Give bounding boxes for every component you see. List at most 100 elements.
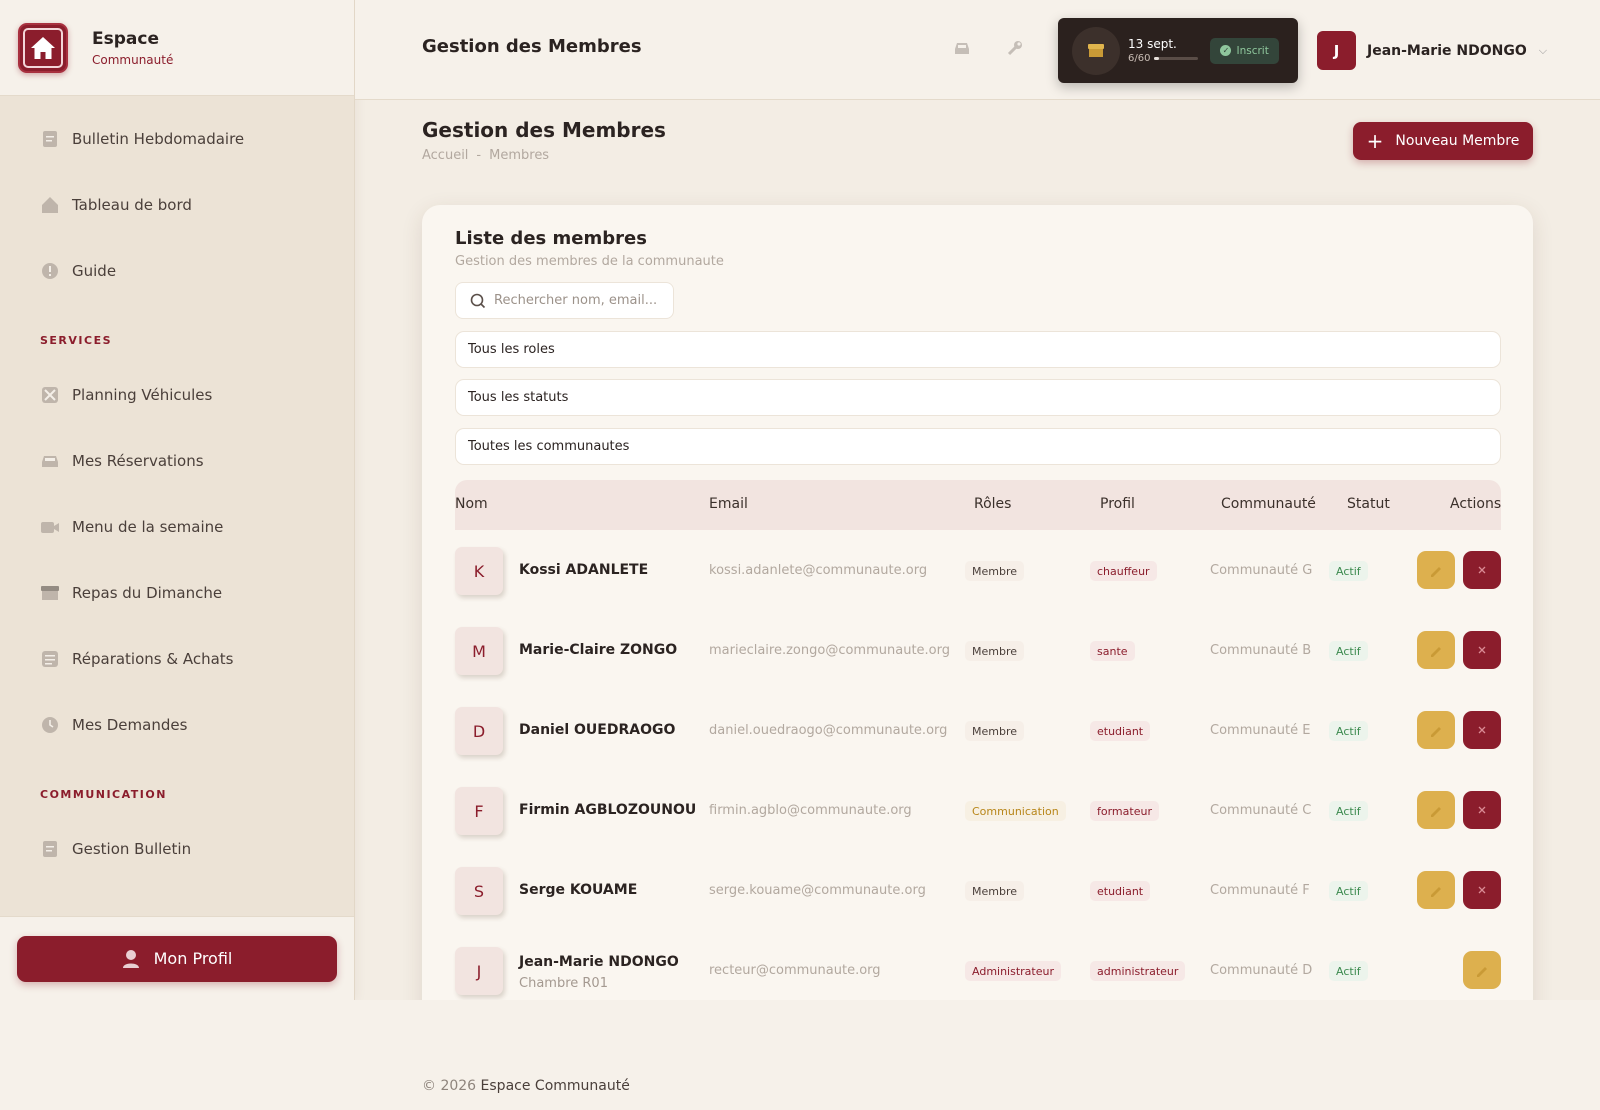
sidebar-item-menu[interactable]: Menu de la semaine [0, 494, 354, 560]
sidebar-item-repas[interactable]: Repas du Dimanche [0, 560, 354, 626]
status-badge: Actif [1329, 641, 1368, 661]
status-widget[interactable]: 13 sept. 6/60 ✓ Inscrit [1058, 18, 1298, 83]
edit-button[interactable] [1417, 711, 1455, 749]
brand-subtitle: Communauté [92, 52, 174, 67]
member-name: Marie-Claire ZONGO [519, 642, 678, 658]
footer: © 2026 Espace Communauté [0, 1000, 1600, 1110]
checklist-icon [40, 649, 60, 669]
role-badge: Membre [965, 641, 1025, 661]
delete-button[interactable] [1463, 791, 1501, 829]
pencil-icon [1431, 647, 1441, 657]
column-header-profil[interactable]: Profil [1100, 496, 1135, 512]
filter-roles[interactable]: Tous les roles [455, 331, 1501, 368]
user-menu[interactable]: J Jean-Marie NDONGO ⌵ [1317, 31, 1547, 70]
sidebar-item-label: Gestion Bulletin [72, 840, 192, 858]
wrench-icon[interactable] [1007, 40, 1023, 60]
edit-button[interactable] [1417, 631, 1455, 669]
car-icon[interactable] [953, 40, 971, 59]
delete-button[interactable] [1463, 711, 1501, 749]
brand-title: Espace [92, 28, 159, 49]
edit-button[interactable] [1417, 551, 1455, 589]
member-communaute: Communauté B [1210, 643, 1312, 658]
meal-box-icon [1072, 26, 1120, 75]
breadcrumb-current: Membres [489, 148, 550, 163]
status-badge: Actif [1329, 561, 1368, 581]
role-badge: Membre [965, 721, 1025, 741]
sidebar-item-bulletin[interactable]: Bulletin Hebdomadaire [0, 106, 354, 172]
page-title: Gestion des Membres [422, 118, 666, 142]
table-row[interactable]: F Firmin AGBLOZOUNOU firmin.agblo@commun… [455, 770, 1501, 850]
column-header-communaute[interactable]: Communauté [1221, 496, 1316, 512]
delete-button[interactable] [1463, 631, 1501, 669]
avatar: K [455, 547, 503, 595]
sidebar-item-gestion-bulletin[interactable]: Gestion Bulletin [0, 816, 354, 882]
filter-communautes[interactable]: Toutes les communautes [455, 428, 1501, 465]
sidebar-item-label: Mes Réservations [72, 452, 204, 470]
pencil-icon [1431, 807, 1441, 817]
role-badge: Communication [965, 801, 1066, 821]
profil-badge: chauffeur [1090, 561, 1157, 581]
status-badge: Actif [1329, 961, 1368, 981]
section-communication: COMMUNICATION [40, 787, 167, 801]
box-icon [40, 583, 60, 603]
edit-button[interactable] [1417, 791, 1455, 829]
search-box [455, 282, 674, 319]
column-header-statut[interactable]: Statut [1347, 496, 1390, 512]
sidebar-item-dashboard[interactable]: Tableau de bord [0, 172, 354, 238]
table-row[interactable]: J Jean-Marie NDONGO Chambre R01 recteur@… [455, 930, 1501, 1010]
footer-name: Espace Communauté [480, 1078, 630, 1094]
document-icon [40, 129, 60, 149]
profil-badge: administrateur [1090, 961, 1186, 981]
avatar: S [455, 867, 503, 915]
sidebar-item-planning[interactable]: Planning Véhicules [0, 362, 354, 428]
table-row[interactable]: D Daniel OUEDRAOGO daniel.ouedraogo@comm… [455, 690, 1501, 770]
profile-button-label: Mon Profil [153, 949, 233, 968]
table-row[interactable]: K Kossi ADANLETE kossi.adanlete@communau… [455, 530, 1501, 610]
delete-button[interactable] [1463, 551, 1501, 589]
member-name: Kossi ADANLETE [519, 562, 649, 578]
home-icon [40, 195, 60, 215]
status-badge: Actif [1329, 721, 1368, 741]
pencil-icon [1477, 967, 1487, 977]
user-icon [122, 949, 139, 968]
avatar: D [455, 707, 503, 755]
clock-icon [40, 715, 60, 735]
edit-button[interactable] [1463, 951, 1501, 989]
edit-button[interactable] [1417, 871, 1455, 909]
sidebar-item-reservations[interactable]: Mes Réservations [0, 428, 354, 494]
member-name: Serge KOUAME [519, 882, 638, 898]
column-header-nom[interactable]: Nom [455, 496, 488, 512]
profile-button[interactable]: Mon Profil [17, 935, 337, 982]
member-communaute: Communauté D [1210, 963, 1313, 978]
status-badge: Actif [1329, 801, 1368, 821]
footer-text: © 2026 Espace Communauté [422, 1078, 630, 1094]
search-input[interactable] [494, 293, 664, 308]
filter-statuts[interactable]: Tous les statuts [455, 379, 1501, 416]
breadcrumb-home[interactable]: Accueil [422, 148, 468, 163]
status-badge-label: Inscrit [1236, 44, 1269, 57]
sidebar-item-label: Tableau de bord [72, 196, 192, 214]
member-room: Chambre R01 [519, 976, 608, 991]
video-icon [40, 517, 60, 537]
avatar: M [455, 627, 503, 675]
sidebar-item-guide[interactable]: Guide [0, 238, 354, 304]
sidebar-item-demandes[interactable]: Mes Demandes [0, 692, 354, 758]
filter-roles-value: Tous les roles [468, 342, 555, 357]
role-badge: Membre [965, 881, 1025, 901]
status-date: 13 sept. [1128, 37, 1177, 51]
sidebar-item-label: Planning Véhicules [72, 386, 213, 404]
column-header-roles[interactable]: Rôles [974, 496, 1011, 512]
status-count: 6/60 [1128, 53, 1151, 64]
delete-button[interactable] [1463, 871, 1501, 909]
sidebar-item-reparations[interactable]: Réparations & Achats [0, 626, 354, 692]
brand[interactable]: Espace Communauté [0, 0, 354, 96]
table-row[interactable]: M Marie-Claire ZONGO marieclaire.zongo@c… [455, 610, 1501, 690]
new-member-button[interactable]: + Nouveau Membre [1353, 122, 1533, 160]
column-header-email[interactable]: Email [709, 496, 748, 512]
table-row[interactable]: S Serge KOUAME serge.kouame@communaute.o… [455, 850, 1501, 930]
footer-copyright: © 2026 [422, 1078, 477, 1094]
user-name: Jean-Marie NDONGO [1367, 42, 1527, 59]
table-header: Nom Email Rôles Profil Communauté Statut… [455, 480, 1501, 530]
info-icon [40, 261, 60, 281]
sidebar-item-label: Menu de la semaine [72, 518, 224, 536]
